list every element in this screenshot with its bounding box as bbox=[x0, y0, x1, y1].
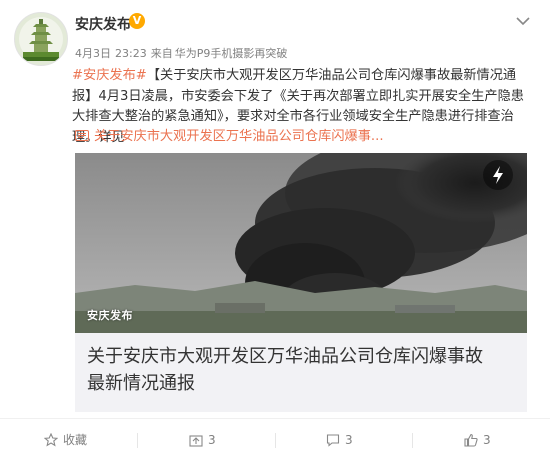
caret-down-icon[interactable] bbox=[514, 14, 532, 28]
smoke-photo bbox=[75, 153, 527, 333]
article-link-text[interactable]: 关于安庆市大观开发区万华油品公司仓库闪爆事... bbox=[94, 129, 384, 144]
pagoda-logo-icon bbox=[15, 13, 67, 65]
link-icon bbox=[75, 130, 89, 141]
article-card-title[interactable]: 关于安庆市大观开发区万华油品公司仓库闪爆事故最新情况通报 bbox=[87, 343, 497, 397]
repost-button[interactable]: 3 bbox=[189, 419, 216, 462]
source-prefix: 来自 bbox=[150, 47, 173, 60]
verified-badge-icon: V bbox=[129, 13, 145, 29]
divider bbox=[412, 433, 413, 448]
author-name[interactable]: 安庆发布 bbox=[75, 14, 131, 34]
play-icon[interactable] bbox=[483, 160, 513, 190]
video-thumbnail[interactable]: 安庆发布 bbox=[75, 153, 527, 333]
media-watermark: 安庆发布 bbox=[87, 309, 133, 322]
article-link[interactable]: 关于安庆市大观开发区万华油品公司仓库闪爆事... bbox=[75, 128, 525, 146]
post-source[interactable]: 华为P9手机摄影再突破 bbox=[175, 47, 288, 60]
action-bar: 收藏 3 3 3 bbox=[0, 418, 550, 462]
repost-count: 3 bbox=[208, 433, 216, 447]
divider bbox=[137, 433, 138, 448]
favorite-button[interactable]: 收藏 bbox=[44, 419, 87, 462]
star-icon bbox=[44, 433, 58, 447]
like-icon bbox=[464, 433, 478, 447]
weibo-post-card: 安庆发布 V 4月3日 23:23 来自 华为P9手机摄影再突破 #安庆发布#【关于安… bbox=[0, 0, 550, 461]
like-button[interactable]: 3 bbox=[464, 419, 491, 462]
divider bbox=[275, 433, 276, 448]
avatar[interactable] bbox=[14, 12, 68, 66]
comment-button[interactable]: 3 bbox=[326, 419, 353, 462]
post-date[interactable]: 4月3日 bbox=[75, 47, 111, 60]
repost-icon bbox=[189, 435, 203, 447]
comment-icon bbox=[326, 434, 340, 447]
post-meta: 4月3日 23:23 来自 华为P9手机摄影再突破 bbox=[75, 45, 291, 61]
favorite-label: 收藏 bbox=[63, 433, 88, 447]
comment-count: 3 bbox=[345, 433, 353, 447]
like-count: 3 bbox=[483, 433, 491, 447]
hashtag-link[interactable]: #安庆发布# bbox=[72, 68, 147, 83]
article-card[interactable]: 关于安庆市大观开发区万华油品公司仓库闪爆事故最新情况通报 bbox=[75, 333, 527, 412]
post-time[interactable]: 23:23 bbox=[115, 47, 147, 60]
